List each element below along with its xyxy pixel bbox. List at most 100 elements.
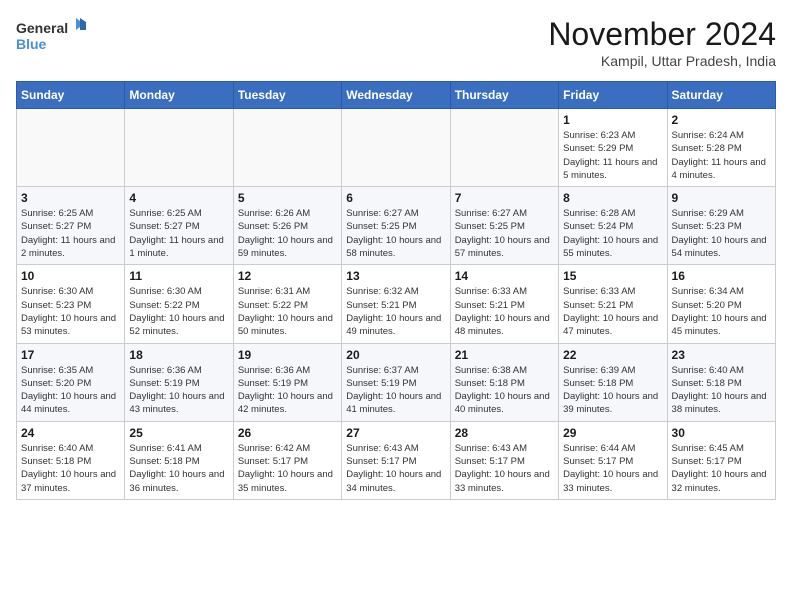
table-row: 30 Sunrise: 6:45 AMSunset: 5:17 PMDayligh…	[667, 421, 775, 499]
day-info: Sunrise: 6:28 AMSunset: 5:24 PMDaylight:…	[563, 207, 662, 260]
day-number: 18	[129, 348, 228, 362]
day-number: 30	[672, 426, 771, 440]
day-number: 19	[238, 348, 337, 362]
day-info: Sunrise: 6:43 AMSunset: 5:17 PMDaylight:…	[455, 442, 554, 495]
day-info: Sunrise: 6:42 AMSunset: 5:17 PMDaylight:…	[238, 442, 337, 495]
col-wednesday: Wednesday	[342, 82, 450, 109]
table-row: 26 Sunrise: 6:42 AMSunset: 5:17 PMDayligh…	[233, 421, 341, 499]
day-info: Sunrise: 6:40 AMSunset: 5:18 PMDaylight:…	[21, 442, 120, 495]
day-info: Sunrise: 6:44 AMSunset: 5:17 PMDaylight:…	[563, 442, 662, 495]
day-number: 21	[455, 348, 554, 362]
table-row: 3 Sunrise: 6:25 AMSunset: 5:27 PMDaylight…	[17, 187, 125, 265]
day-info: Sunrise: 6:41 AMSunset: 5:18 PMDaylight:…	[129, 442, 228, 495]
day-number: 8	[563, 191, 662, 205]
day-number: 16	[672, 269, 771, 283]
calendar-week-row: 10 Sunrise: 6:30 AMSunset: 5:23 PMDayligh…	[17, 265, 776, 343]
table-row: 25 Sunrise: 6:41 AMSunset: 5:18 PMDayligh…	[125, 421, 233, 499]
day-number: 5	[238, 191, 337, 205]
svg-text:Blue: Blue	[16, 36, 47, 52]
day-number: 25	[129, 426, 228, 440]
calendar: Sunday Monday Tuesday Wednesday Thursday…	[16, 81, 776, 500]
day-number: 2	[672, 113, 771, 127]
day-info: Sunrise: 6:25 AMSunset: 5:27 PMDaylight:…	[129, 207, 228, 260]
table-row: 16 Sunrise: 6:34 AMSunset: 5:20 PMDayligh…	[667, 265, 775, 343]
calendar-week-row: 24 Sunrise: 6:40 AMSunset: 5:18 PMDayligh…	[17, 421, 776, 499]
day-info: Sunrise: 6:32 AMSunset: 5:21 PMDaylight:…	[346, 285, 445, 338]
svg-text:General: General	[16, 20, 68, 36]
day-number: 29	[563, 426, 662, 440]
calendar-week-row: 3 Sunrise: 6:25 AMSunset: 5:27 PMDaylight…	[17, 187, 776, 265]
day-number: 9	[672, 191, 771, 205]
day-number: 13	[346, 269, 445, 283]
day-number: 10	[21, 269, 120, 283]
day-info: Sunrise: 6:45 AMSunset: 5:17 PMDaylight:…	[672, 442, 771, 495]
day-info: Sunrise: 6:30 AMSunset: 5:22 PMDaylight:…	[129, 285, 228, 338]
table-row: 11 Sunrise: 6:30 AMSunset: 5:22 PMDayligh…	[125, 265, 233, 343]
day-info: Sunrise: 6:24 AMSunset: 5:28 PMDaylight:…	[672, 129, 771, 182]
day-info: Sunrise: 6:33 AMSunset: 5:21 PMDaylight:…	[455, 285, 554, 338]
table-row: 4 Sunrise: 6:25 AMSunset: 5:27 PMDaylight…	[125, 187, 233, 265]
day-number: 4	[129, 191, 228, 205]
table-row: 27 Sunrise: 6:43 AMSunset: 5:17 PMDayligh…	[342, 421, 450, 499]
day-number: 24	[21, 426, 120, 440]
table-row: 7Sunrise: 6:27 AMSunset: 5:25 PMDaylight…	[450, 187, 558, 265]
col-monday: Monday	[125, 82, 233, 109]
table-row	[17, 109, 125, 187]
col-friday: Friday	[559, 82, 667, 109]
day-number: 1	[563, 113, 662, 127]
day-number: 7	[455, 191, 554, 205]
day-info: Sunrise: 6:25 AMSunset: 5:27 PMDaylight:…	[21, 207, 120, 260]
table-row: 17Sunrise: 6:35 AMSunset: 5:20 PMDayligh…	[17, 343, 125, 421]
table-row	[450, 109, 558, 187]
day-info: Sunrise: 6:34 AMSunset: 5:20 PMDaylight:…	[672, 285, 771, 338]
table-row: 13 Sunrise: 6:32 AMSunset: 5:21 PMDayligh…	[342, 265, 450, 343]
logo-icon: General Blue	[16, 16, 86, 56]
day-number: 26	[238, 426, 337, 440]
day-info: Sunrise: 6:30 AMSunset: 5:23 PMDaylight:…	[21, 285, 120, 338]
day-info: Sunrise: 6:35 AMSunset: 5:20 PMDaylight:…	[21, 364, 120, 417]
table-row: 6 Sunrise: 6:27 AMSunset: 5:25 PMDaylight…	[342, 187, 450, 265]
day-info: Sunrise: 6:38 AMSunset: 5:18 PMDaylight:…	[455, 364, 554, 417]
col-tuesday: Tuesday	[233, 82, 341, 109]
day-info: Sunrise: 6:37 AMSunset: 5:19 PMDaylight:…	[346, 364, 445, 417]
table-row: 28Sunrise: 6:43 AMSunset: 5:17 PMDayligh…	[450, 421, 558, 499]
col-thursday: Thursday	[450, 82, 558, 109]
day-info: Sunrise: 6:43 AMSunset: 5:17 PMDaylight:…	[346, 442, 445, 495]
table-row	[233, 109, 341, 187]
day-info: Sunrise: 6:36 AMSunset: 5:19 PMDaylight:…	[129, 364, 228, 417]
col-sunday: Sunday	[17, 82, 125, 109]
title-block: November 2024 Kampil, Uttar Pradesh, Ind…	[548, 16, 776, 69]
day-info: Sunrise: 6:33 AMSunset: 5:21 PMDaylight:…	[563, 285, 662, 338]
table-row: 29 Sunrise: 6:44 AMSunset: 5:17 PMDayligh…	[559, 421, 667, 499]
day-number: 23	[672, 348, 771, 362]
day-number: 12	[238, 269, 337, 283]
table-row: 1 Sunrise: 6:23 AMSunset: 5:29 PMDaylight…	[559, 109, 667, 187]
table-row: 8 Sunrise: 6:28 AMSunset: 5:24 PMDaylight…	[559, 187, 667, 265]
col-saturday: Saturday	[667, 82, 775, 109]
table-row: 12Sunrise: 6:31 AMSunset: 5:22 PMDayligh…	[233, 265, 341, 343]
table-row	[342, 109, 450, 187]
table-row: 20Sunrise: 6:37 AMSunset: 5:19 PMDayligh…	[342, 343, 450, 421]
table-row: 5 Sunrise: 6:26 AMSunset: 5:26 PMDaylight…	[233, 187, 341, 265]
table-row: 9 Sunrise: 6:29 AMSunset: 5:23 PMDaylight…	[667, 187, 775, 265]
table-row: 18 Sunrise: 6:36 AMSunset: 5:19 PMDayligh…	[125, 343, 233, 421]
table-row: 24 Sunrise: 6:40 AMSunset: 5:18 PMDayligh…	[17, 421, 125, 499]
calendar-week-row: 17Sunrise: 6:35 AMSunset: 5:20 PMDayligh…	[17, 343, 776, 421]
day-number: 14	[455, 269, 554, 283]
day-info: Sunrise: 6:29 AMSunset: 5:23 PMDaylight:…	[672, 207, 771, 260]
day-info: Sunrise: 6:26 AMSunset: 5:26 PMDaylight:…	[238, 207, 337, 260]
day-number: 27	[346, 426, 445, 440]
logo: General Blue	[16, 16, 86, 56]
page: General Blue November 2024 Kampil, Uttar…	[0, 0, 792, 612]
day-number: 3	[21, 191, 120, 205]
table-row: 2 Sunrise: 6:24 AMSunset: 5:28 PMDaylight…	[667, 109, 775, 187]
day-info: Sunrise: 6:27 AMSunset: 5:25 PMDaylight:…	[346, 207, 445, 260]
month-title: November 2024	[548, 16, 776, 53]
day-number: 11	[129, 269, 228, 283]
day-number: 6	[346, 191, 445, 205]
day-number: 15	[563, 269, 662, 283]
table-row: 21 Sunrise: 6:38 AMSunset: 5:18 PMDayligh…	[450, 343, 558, 421]
day-info: Sunrise: 6:23 AMSunset: 5:29 PMDaylight:…	[563, 129, 662, 182]
day-info: Sunrise: 6:39 AMSunset: 5:18 PMDaylight:…	[563, 364, 662, 417]
header: General Blue November 2024 Kampil, Uttar…	[16, 16, 776, 69]
